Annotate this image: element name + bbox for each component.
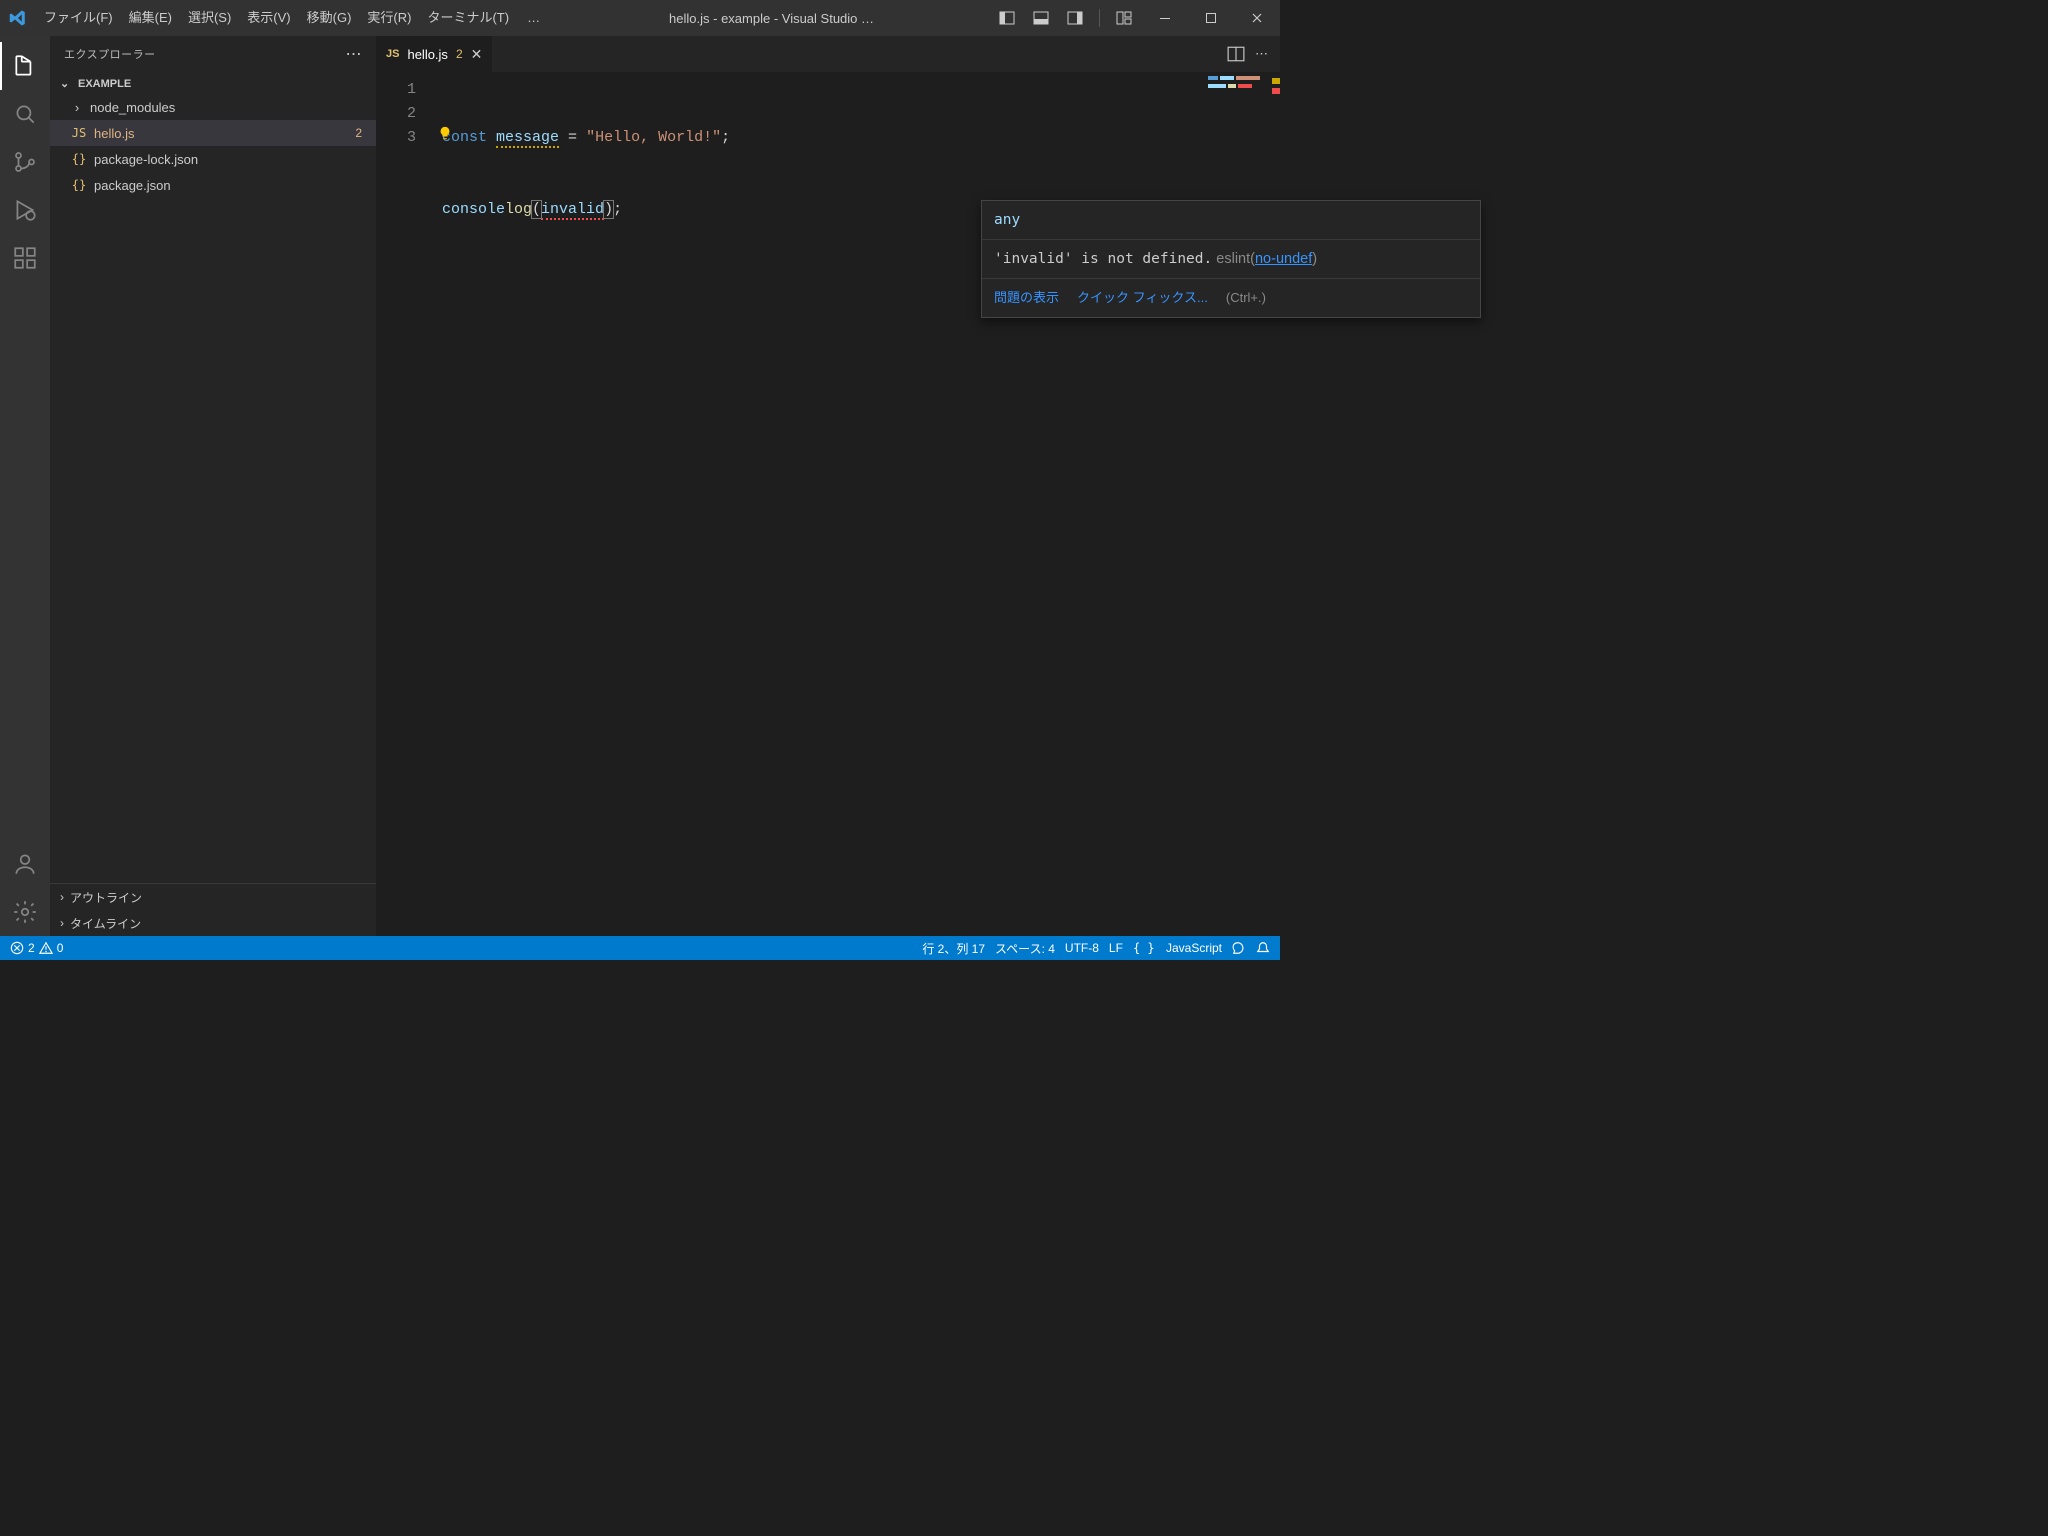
warning-icon (39, 941, 53, 955)
quick-fix-shortcut: (Ctrl+.) (1226, 290, 1266, 305)
menu-run[interactable]: 実行(R) (359, 0, 419, 36)
tab-label: hello.js (407, 47, 447, 62)
code-line-1[interactable]: const message = "Hello, World!"; (442, 126, 1262, 150)
editor-group: JS hello.js 2 ✕ ⋯ 1 2 3 const message = … (376, 36, 1280, 936)
accounts-activity-icon[interactable] (0, 840, 50, 888)
menu-selection[interactable]: 選択(S) (180, 0, 239, 36)
warning-count: 0 (57, 941, 64, 955)
chevron-right-icon: › (60, 890, 64, 904)
source-control-activity-icon[interactable] (0, 138, 50, 186)
chevron-down-icon: ⌄ (60, 77, 74, 90)
status-eol[interactable]: LF (1109, 941, 1123, 955)
editor-tab-hello-js[interactable]: JS hello.js 2 ✕ (376, 36, 493, 72)
window-controls (1142, 0, 1280, 36)
menu-terminal[interactable]: ターミナル(T) (419, 0, 517, 36)
menu-overflow[interactable]: … (517, 0, 550, 36)
editor-tabs: JS hello.js 2 ✕ ⋯ (376, 36, 1280, 72)
lightbulb-icon[interactable] (438, 126, 452, 140)
overview-ruler-error-marker[interactable] (1272, 88, 1280, 94)
vscode-logo (0, 9, 36, 27)
chevron-right-icon: › (60, 916, 64, 930)
tree-item-package-lock[interactable]: {} package-lock.json (50, 146, 376, 172)
tree-item-label: package-lock.json (94, 152, 376, 167)
customize-layout-icon[interactable] (1110, 4, 1138, 32)
menu-file[interactable]: ファイル(F) (36, 0, 121, 36)
close-button[interactable] (1234, 0, 1280, 36)
minimize-button[interactable] (1142, 0, 1188, 36)
status-encoding[interactable]: UTF-8 (1065, 941, 1099, 955)
status-problems[interactable]: 2 0 (10, 941, 63, 955)
toggle-primary-sidebar-icon[interactable] (993, 4, 1021, 32)
status-language[interactable]: { } JavaScript (1133, 941, 1222, 955)
hover-message: 'invalid' is not defined. (994, 251, 1212, 267)
outline-label: アウトライン (70, 889, 142, 906)
menu-go[interactable]: 移動(G) (299, 0, 360, 36)
status-cursor-position[interactable]: 行 2、列 17 (922, 940, 985, 957)
tab-problems-badge: 2 (456, 47, 463, 61)
hover-rule-link[interactable]: no-undef (1255, 251, 1312, 267)
toggle-secondary-sidebar-icon[interactable] (1061, 4, 1089, 32)
chevron-right-icon: › (70, 100, 84, 115)
line-number: 1 (376, 78, 416, 102)
quick-fix-link[interactable]: クイック フィックス... (1077, 290, 1208, 305)
hover-type: any (994, 212, 1020, 228)
status-bar: 2 0 行 2、列 17 スペース: 4 UTF-8 LF { } JavaSc… (0, 936, 1280, 960)
sidebar-overflow-icon[interactable]: ⋯ (346, 44, 363, 64)
tree-item-hello-js[interactable]: JS hello.js 2 (50, 120, 376, 146)
maximize-button[interactable] (1188, 0, 1234, 36)
extensions-activity-icon[interactable] (0, 234, 50, 282)
code-editor[interactable]: 1 2 3 const message = "Hello, World!"; c… (376, 72, 1280, 936)
title-bar: ファイル(F) 編集(E) 選択(S) 表示(V) 移動(G) 実行(R) ター… (0, 0, 1280, 36)
layout-controls (993, 4, 1142, 32)
window-title: hello.js - example - Visual Studio … (550, 11, 993, 26)
settings-activity-icon[interactable] (0, 888, 50, 936)
javascript-file-icon: JS (386, 48, 399, 60)
editor-overflow-icon[interactable]: ⋯ (1255, 46, 1268, 62)
status-notifications-icon[interactable] (1256, 941, 1270, 955)
tree-item-package-json[interactable]: {} package.json (50, 172, 376, 198)
toggle-panel-icon[interactable] (1027, 4, 1055, 32)
error-icon (10, 941, 24, 955)
json-file-icon: {} (70, 178, 88, 192)
view-problem-link[interactable]: 問題の表示 (994, 290, 1059, 305)
menu-view[interactable]: 表示(V) (239, 0, 298, 36)
minimap[interactable] (1208, 76, 1278, 116)
sidebar-title: エクスプローラー (64, 46, 156, 62)
folder-root-label: EXAMPLE (78, 78, 131, 90)
split-editor-icon[interactable] (1227, 45, 1245, 63)
line-number: 3 (376, 126, 416, 150)
outline-section[interactable]: › アウトライン (50, 884, 376, 910)
timeline-section[interactable]: › タイムライン (50, 910, 376, 936)
status-indentation[interactable]: スペース: 4 (995, 940, 1055, 957)
hover-source: eslint (1216, 251, 1250, 267)
tree-item-label: node_modules (90, 100, 376, 115)
javascript-file-icon: JS (70, 126, 88, 140)
close-tab-icon[interactable]: ✕ (471, 46, 483, 63)
run-debug-activity-icon[interactable] (0, 186, 50, 234)
explorer-activity-icon[interactable] (0, 42, 50, 90)
status-feedback-icon[interactable] (1232, 941, 1246, 955)
menu-edit[interactable]: 編集(E) (121, 0, 180, 36)
timeline-label: タイムライン (70, 915, 141, 932)
hover-tooltip: any 'invalid' is not defined. eslint(no-… (981, 200, 1481, 318)
line-number-gutter: 1 2 3 (376, 78, 430, 150)
tree-item-node-modules[interactable]: › node_modules (50, 94, 376, 120)
overview-ruler-warning-marker[interactable] (1272, 78, 1280, 84)
json-file-icon: {} (70, 152, 88, 166)
explorer-root[interactable]: ⌄ EXAMPLE (50, 73, 376, 94)
tree-item-label: hello.js (94, 126, 349, 141)
line-number: 2 (376, 102, 416, 126)
error-count: 2 (28, 941, 35, 955)
activity-bar (0, 36, 50, 936)
explorer-sidebar: エクスプローラー ⋯ ⌄ EXAMPLE › node_modules JS h… (50, 36, 376, 936)
menu-bar: ファイル(F) 編集(E) 選択(S) 表示(V) 移動(G) 実行(R) ター… (36, 0, 550, 36)
tree-item-label: package.json (94, 178, 376, 193)
search-activity-icon[interactable] (0, 90, 50, 138)
problems-count-badge: 2 (355, 126, 376, 140)
